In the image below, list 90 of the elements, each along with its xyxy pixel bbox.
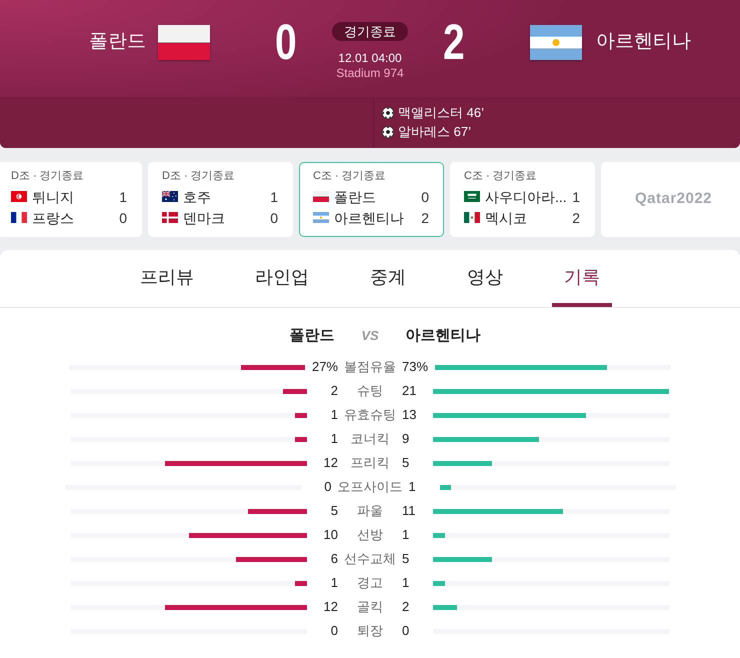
home-team-name: 폴란드 — [288, 326, 334, 346]
france-flag-icon — [11, 212, 27, 223]
stat-label: 코너킥 — [350, 430, 390, 448]
team-name: 튀니지 — [32, 188, 74, 206]
away-stat-value: 9 — [402, 430, 410, 448]
home-stat-value: 1 — [330, 574, 338, 592]
poland-flag-icon — [313, 191, 329, 202]
goal-event: 알바레스 67’ — [398, 124, 471, 140]
soccer-ball-icon — [382, 107, 394, 119]
saudi-flag-icon — [464, 191, 480, 202]
stat-label: 선방 — [356, 526, 384, 544]
mexico-flag-icon — [464, 212, 480, 223]
stat-label: 유효슈팅 — [344, 406, 396, 424]
poland-flag-icon — [158, 24, 210, 60]
tab[interactable]: 영상 — [455, 250, 515, 307]
match-card[interactable]: C조 · 경기종료 폴란드 0 아르헨티나 2 — [299, 162, 444, 237]
team-score: 0 — [270, 208, 278, 226]
home-stat-value: 6 — [330, 550, 338, 568]
away-stat-value: 5 — [402, 550, 410, 568]
stat-label: 오프사이드 — [338, 478, 402, 496]
home-stat-value: 0 — [323, 478, 332, 496]
home-stat-value: 1 — [330, 430, 338, 448]
team-name: 폴란드 — [334, 188, 376, 206]
team-name: 멕시코 — [485, 208, 527, 226]
stat-label: 슈팅 — [356, 382, 384, 400]
team-score: 2 — [572, 208, 580, 226]
match-card[interactable]: D조 · 경기종료 튀니지 1 프랑스 0 — [0, 162, 142, 237]
stat-label: 볼점유율 — [344, 358, 396, 376]
team-name: 아르헨티나 — [596, 30, 691, 54]
stat-label: 프리킥 — [350, 454, 390, 472]
argentina-flag-icon — [530, 24, 582, 60]
tab[interactable]: 중계 — [358, 250, 418, 307]
home-stat-value: 27% — [312, 358, 338, 376]
team-name: 폴란드 — [89, 30, 146, 54]
home-stat-value: 0 — [330, 622, 338, 640]
team-name: 사우디아라... — [485, 188, 567, 206]
stat-label: 골킥 — [356, 598, 384, 616]
team-score: 1 — [572, 188, 580, 206]
score: 0 — [275, 22, 297, 62]
team-score: 0 — [421, 188, 429, 206]
away-stat-value: 1 — [408, 478, 417, 496]
home-stat-value: 2 — [330, 382, 338, 400]
team-name: 호주 — [183, 188, 211, 206]
match-group-status: C조 · 경기종료 — [313, 169, 387, 183]
away-stat-value: 0 — [402, 622, 410, 640]
match-status-badge: 경기종료 — [332, 22, 408, 41]
stat-label: 퇴장 — [356, 622, 384, 640]
team-score: 1 — [119, 188, 127, 206]
match-group-status: D조 · 경기종료 — [11, 169, 85, 183]
match-group-status: D조 · 경기종료 — [162, 169, 236, 183]
away-stat-value: 1 — [402, 574, 410, 592]
team-name: 덴마크 — [183, 208, 225, 226]
away-stat-value: 1 — [402, 526, 410, 544]
away-stat-value: 21 — [402, 382, 418, 400]
match-card[interactable]: D조 · 경기종료 호주 1 덴마크 0 — [148, 162, 293, 237]
tunisia-flag-icon — [11, 191, 27, 202]
score: 2 — [443, 22, 465, 62]
tab[interactable]: 기록 — [552, 250, 612, 307]
tab[interactable]: 프리뷰 — [128, 250, 206, 307]
team-score: 0 — [119, 208, 127, 226]
team-name: 프랑스 — [32, 208, 74, 226]
stat-label: 경고 — [356, 574, 384, 592]
versus-label: VS — [361, 327, 379, 346]
stat-label: 선수교체 — [344, 550, 396, 568]
australia-flag-icon — [162, 191, 178, 202]
away-stat-value: 13 — [402, 406, 418, 424]
denmark-flag-icon — [162, 212, 178, 223]
soccer-ball-icon — [382, 126, 394, 138]
tournament-logo: Qatar2022 — [634, 189, 712, 210]
away-stat-value: 73% — [402, 358, 428, 376]
goal-event: 맥앨리스터 46’ — [398, 105, 484, 121]
tab[interactable]: 라인업 — [243, 250, 321, 307]
away-stat-value: 5 — [402, 454, 410, 472]
team-score: 2 — [421, 208, 429, 226]
stat-label: 파울 — [356, 502, 384, 520]
argentina-flag-icon — [313, 212, 329, 223]
away-stat-value: 11 — [402, 502, 416, 520]
team-name: 아르헨티나 — [334, 208, 404, 226]
home-stat-value: 1 — [330, 406, 338, 424]
away-team-name: 아르헨티나 — [406, 326, 482, 346]
match-card[interactable]: C조 · 경기종료 사우디아라... 1 멕시코 2 — [450, 162, 595, 237]
match-group-status: C조 · 경기종료 — [464, 169, 538, 183]
home-stat-value: 5 — [330, 502, 338, 520]
away-stat-value: 2 — [402, 598, 410, 616]
match-datetime: 12.01 04:00 — [338, 51, 402, 65]
home-stat-value: 10 — [322, 526, 338, 544]
home-stat-value: 12 — [322, 598, 338, 616]
team-score: 1 — [270, 188, 278, 206]
home-stat-value: 12 — [322, 454, 338, 472]
venue: Stadium 974 — [336, 66, 404, 80]
